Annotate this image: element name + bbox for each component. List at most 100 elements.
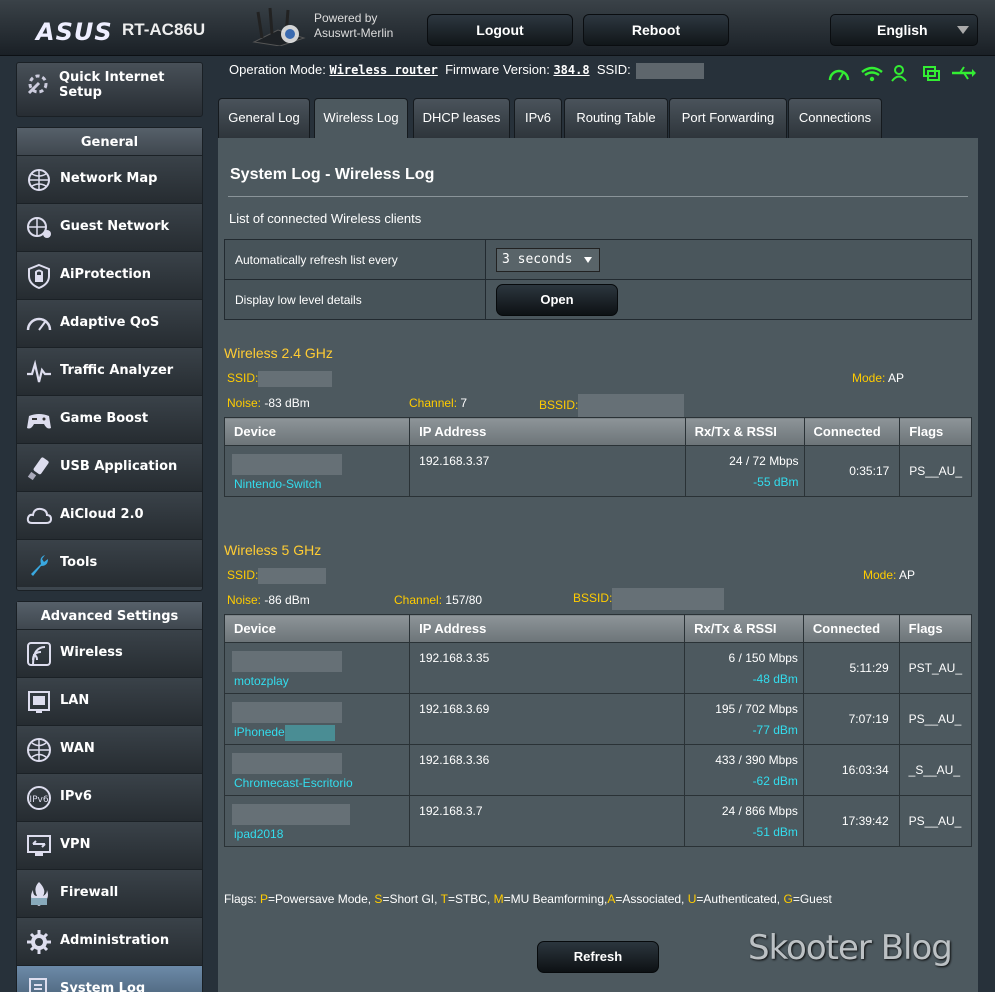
svg-text:IPv6: IPv6: [29, 795, 48, 805]
client-connected-time: 16:03:34: [802, 744, 900, 796]
client-rate: 195 / 702 Mbps: [715, 702, 798, 716]
status-bar: Operation Mode: Wireless router Firmware…: [229, 62, 704, 79]
client-rate: 24 / 866 Mbps: [721, 804, 798, 818]
sidebar-item-firewall[interactable]: Firewall: [17, 869, 202, 917]
usb-status-icon: [952, 66, 976, 80]
guest-network-icon: [27, 217, 51, 238]
table-row[interactable]: motozplay 192.168.3.35 6 / 150 Mbps -48 dBm…: [223, 642, 973, 694]
band-24-noise: Noise: -83 dBm: [227, 396, 310, 410]
powered-by-label: Powered by: [314, 11, 378, 25]
client-rate: 433 / 390 Mbps: [715, 753, 798, 767]
tab-ipv6[interactable]: IPv6: [514, 98, 562, 138]
sidebar-item-aicloud-2-0[interactable]: AiCloud 2.0: [17, 491, 202, 539]
table-row[interactable]: Nintendo-Switch 192.168.3.37 24 / 72 Mbps -…: [223, 445, 972, 497]
sidebar-item-administration[interactable]: Administration: [17, 917, 202, 965]
column-header-device: Device: [223, 614, 411, 643]
language-select[interactable]: English: [830, 14, 978, 46]
ssid-redacted: [635, 62, 704, 79]
mode-value: AP: [888, 371, 905, 385]
mac-redacted: [232, 454, 342, 475]
sidebar-item-wireless[interactable]: Wireless: [17, 629, 202, 677]
client-name[interactable]: iPhonede: [234, 725, 285, 739]
sidebar-item-label: Traffic Analyzer: [60, 363, 174, 378]
sidebar-item-game-boost[interactable]: Game Boost: [17, 395, 202, 443]
sidebar-item-label: AiProtection: [60, 267, 151, 282]
tab-port-forwarding[interactable]: Port Forwarding: [669, 98, 787, 138]
sidebar-item-guest-network[interactable]: Guest Network: [17, 203, 202, 251]
firmware-brand: Asuswrt-Merlin: [314, 26, 394, 40]
page-title: System Log - Wireless Log: [230, 166, 435, 183]
table-row[interactable]: ipad2018 192.168.3.7 24 / 866 Mbps -51 dBm 1…: [223, 795, 973, 847]
client-name[interactable]: Nintendo-Switch: [234, 477, 400, 491]
noise-label: Noise:: [227, 593, 262, 607]
tab-connections[interactable]: Connections: [788, 98, 882, 138]
clients-table-5: Device IP Address Rx/Tx & RSSI Connected Fla…: [223, 614, 973, 847]
flag-desc: =Guest: [792, 892, 832, 906]
client-flags: PST_AU_: [898, 642, 973, 694]
operation-mode-link[interactable]: Wireless router: [329, 63, 437, 77]
sidebar-item-aiprotection[interactable]: AiProtection: [17, 251, 202, 299]
client-name[interactable]: ipad2018: [234, 827, 400, 841]
quick-setup-icon: [27, 74, 48, 95]
open-details-button[interactable]: Open: [496, 283, 618, 316]
client-flags: PS__AU_: [898, 795, 973, 847]
tab-general-log[interactable]: General Log: [218, 98, 310, 138]
advanced-settings-menu: Advanced Settings Wireless LAN WAN IPv6 IPv6…: [16, 601, 203, 992]
table-row[interactable]: Chromecast-Escritorio 192.168.3.36 433 / 3…: [223, 744, 973, 796]
client-ip: 192.168.3.69: [409, 693, 686, 745]
logout-button[interactable]: Logout: [427, 14, 573, 46]
gear-icon: [27, 930, 51, 954]
client-connected-time: 5:11:29: [802, 642, 900, 694]
tab-dhcp-leases[interactable]: DHCP leases: [413, 98, 510, 138]
table-row[interactable]: iPhonede 192.168.3.69 195 / 702 Mbps -77 dB…: [223, 693, 973, 745]
sidebar-item-lan[interactable]: LAN: [17, 677, 202, 725]
channel-value: 7: [460, 396, 468, 410]
device-status-icon: [923, 66, 940, 81]
operation-mode-label: Operation Mode:: [229, 62, 326, 77]
sidebar-item-network-map[interactable]: Network Map: [17, 155, 202, 203]
flags-prefix: Flags:: [224, 892, 261, 906]
quick-internet-setup-button[interactable]: Quick Internet Setup: [16, 62, 203, 117]
channel-label: Channel:: [409, 396, 458, 410]
sidebar-item-ipv6[interactable]: IPv6 IPv6: [17, 773, 202, 821]
reboot-button[interactable]: Reboot: [583, 14, 729, 46]
sidebar-item-system-log[interactable]: System Log: [17, 965, 202, 992]
column-header-connected: Connected: [803, 417, 901, 446]
sidebar-item-wan[interactable]: WAN: [17, 725, 202, 773]
usb-icon: [27, 457, 49, 481]
sidebar-item-vpn[interactable]: VPN: [17, 821, 202, 869]
firmware-link[interactable]: 384.8: [553, 63, 589, 77]
refresh-button[interactable]: Refresh: [537, 941, 659, 973]
ssid-redacted: [258, 371, 333, 387]
wan-globe-icon: [27, 738, 51, 762]
bssid-redacted: [612, 588, 725, 610]
network-map-icon: [28, 169, 50, 191]
quick-setup-label: Quick Internet Setup: [59, 70, 165, 100]
clients-status-icon: [891, 65, 907, 82]
sidebar-item-label: Tools: [60, 555, 98, 570]
band-24-ssid: SSID:: [227, 371, 333, 387]
tab-wireless-log[interactable]: Wireless Log: [314, 98, 408, 138]
bssid-redacted: [578, 394, 685, 418]
sidebar-item-tools[interactable]: Tools: [17, 539, 202, 587]
sidebar-item-usb-application[interactable]: USB Application: [17, 443, 202, 491]
client-connected-time: 7:07:19: [802, 693, 900, 745]
sidebar-item-label: WAN: [60, 741, 95, 756]
client-rssi: -62 dBm: [752, 774, 798, 788]
sidebar-item-label: Wireless: [60, 645, 123, 660]
tab-routing-table[interactable]: Routing Table: [564, 98, 668, 138]
sidebar-item-adaptive-qos[interactable]: Adaptive QoS: [17, 299, 202, 347]
mac-redacted: [232, 753, 342, 774]
brand-logo: ASUS: [36, 18, 113, 46]
flag-desc: =Authenticated,: [696, 892, 784, 906]
lan-icon: [28, 691, 50, 713]
low-level-details-label: Display low level details: [224, 279, 486, 320]
mac-redacted: [232, 651, 342, 672]
ssid-label: SSID:: [227, 371, 259, 386]
refresh-interval-select[interactable]: 3 seconds: [496, 247, 600, 272]
client-name[interactable]: motozplay: [234, 674, 400, 688]
sidebar-item-traffic-analyzer[interactable]: Traffic Analyzer: [17, 347, 202, 395]
wifi-status-icon: [861, 66, 883, 82]
client-name[interactable]: Chromecast-Escritorio: [234, 776, 400, 790]
client-connected-time: 17:39:42: [802, 795, 900, 847]
